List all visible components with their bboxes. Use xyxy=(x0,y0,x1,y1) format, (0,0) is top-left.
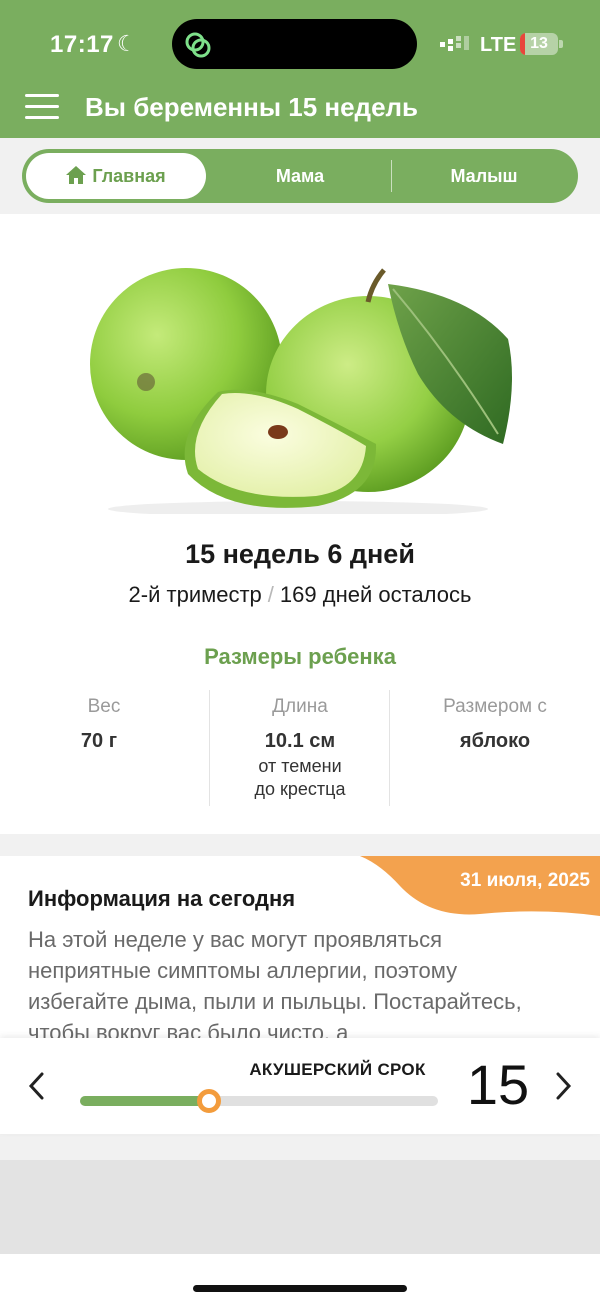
battery-tip xyxy=(559,40,563,48)
app-icon xyxy=(185,32,211,58)
tab-home-label: Главная xyxy=(92,166,166,186)
signal-icon xyxy=(440,36,469,51)
trimester: 2-й триместр xyxy=(128,582,262,607)
term-label: АКУШЕРСКИЙ СРОК xyxy=(249,1060,426,1079)
home-indicator[interactable] xyxy=(193,1285,407,1292)
chevron-right-icon[interactable] xyxy=(550,1068,576,1104)
term-slider[interactable] xyxy=(80,1089,438,1113)
slider-fill xyxy=(80,1096,209,1106)
tab-home[interactable]: Главная xyxy=(26,153,206,199)
daily-info-card[interactable]: 31 июля, 2025 Информация на сегодня На э… xyxy=(0,856,600,1056)
length-label: Длина xyxy=(272,696,328,717)
length-column: Длина 10.1 см от темени до крестца xyxy=(210,696,390,801)
safe-area xyxy=(0,1254,600,1303)
slider-thumb[interactable] xyxy=(196,1089,221,1113)
network-type: LTE xyxy=(480,34,517,56)
tab-mom[interactable]: Мама xyxy=(210,149,390,203)
moon-icon: ☾ xyxy=(117,31,137,56)
menu-icon[interactable] xyxy=(25,94,59,120)
info-title: Информация на сегодня xyxy=(28,886,296,911)
length-note: от темени до крестца xyxy=(254,756,346,799)
trimester-line: 2-й триместр/169 дней осталось xyxy=(0,582,600,608)
info-date: 31 июля, 2025 xyxy=(460,870,590,891)
days-left: 169 дней осталось xyxy=(279,582,472,607)
weight-value: 70 г xyxy=(80,730,118,752)
info-body: На этой неделе у вас могут проявляться н… xyxy=(28,927,522,1045)
weight-label: Вес xyxy=(87,696,121,717)
week-summary-card: 15 недель 6 дней 2-й триместр/169 дней о… xyxy=(0,214,600,834)
segmented-tabs: Главная Мама Малыш xyxy=(22,149,578,203)
weight-column: Вес 70 г xyxy=(14,696,194,753)
footer-area xyxy=(0,1160,600,1254)
compare-value: яблоко xyxy=(459,730,531,752)
tab-divider xyxy=(391,160,392,192)
page-title: Вы беременны 15 недель xyxy=(85,92,419,122)
compare-label: Размером с xyxy=(443,696,547,717)
baby-size-title: Размеры ребенка xyxy=(204,644,396,669)
length-value: 10.1 см xyxy=(264,730,336,752)
status-bar: 17:17 ☾ LTE 13 xyxy=(0,0,600,90)
battery-indicator: 13 xyxy=(520,33,558,55)
weeks-days: 15 недель 6 дней xyxy=(185,539,415,569)
chevron-left-icon[interactable] xyxy=(24,1068,50,1104)
apple-illustration xyxy=(90,268,512,514)
home-icon xyxy=(66,166,87,184)
column-divider xyxy=(389,690,390,806)
status-time: 17:17 xyxy=(50,31,114,58)
term-slider-bar: АКУШЕРСКИЙ СРОК 15 xyxy=(0,1038,600,1134)
separator: / xyxy=(267,582,274,607)
tabs-area: Главная Мама Малыш xyxy=(0,138,600,214)
battery-level: 13 xyxy=(530,35,548,52)
tab-baby[interactable]: Малыш xyxy=(394,149,574,203)
app-header: 17:17 ☾ LTE 13 Вы беременны 15 недель xyxy=(0,0,600,138)
compare-column: Размером с яблоко xyxy=(405,696,585,753)
week-number: 15 xyxy=(466,1053,530,1116)
